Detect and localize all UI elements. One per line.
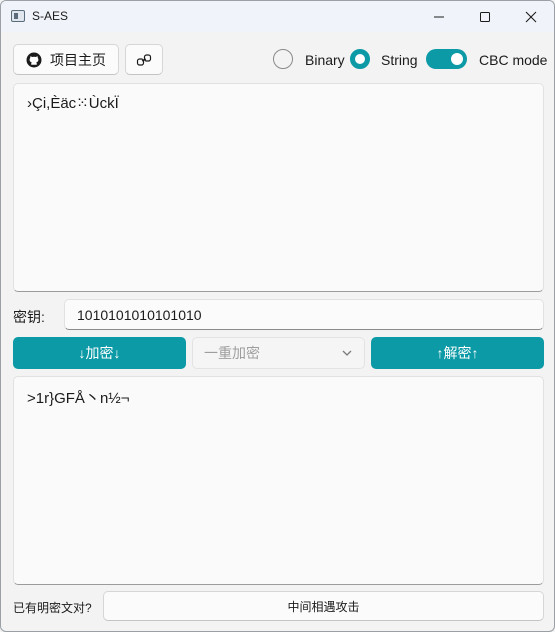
app-icon [11, 10, 25, 22]
encryption-mode-select[interactable]: 一重加密 [192, 337, 365, 369]
string-label: String [381, 52, 418, 68]
link-icon [136, 53, 152, 66]
minimize-button[interactable] [416, 1, 462, 32]
maximize-icon [480, 11, 490, 22]
encrypt-button[interactable]: ↓加密↓ [13, 337, 186, 369]
meet-in-the-middle-attack-button[interactable]: 中间相遇攻击 [103, 591, 544, 621]
app-window: S-AES 项目主页 Binary String CBC mode ›Çi,Èä… [0, 0, 555, 632]
project-home-button[interactable]: 项目主页 [13, 44, 119, 75]
close-icon [525, 11, 537, 22]
maximize-button[interactable] [462, 1, 508, 32]
link-button[interactable] [125, 44, 163, 75]
project-home-label: 项目主页 [50, 51, 106, 68]
string-radio[interactable] [350, 49, 370, 69]
input-text-area[interactable]: ›Çi,Èäc⁙ÙckÏ [13, 83, 544, 292]
known-pair-label: 已有明密文对? [13, 601, 92, 615]
decrypt-button[interactable]: ↑解密↑ [371, 337, 544, 369]
cbc-mode-label: CBC mode [479, 52, 548, 68]
encryption-mode-value: 一重加密 [204, 345, 260, 361]
key-input[interactable] [64, 299, 544, 330]
binary-radio[interactable] [273, 49, 293, 69]
close-button[interactable] [508, 1, 554, 32]
binary-label: Binary [305, 52, 345, 68]
title-bar[interactable]: S-AES [1, 1, 554, 32]
cbc-mode-toggle[interactable] [426, 49, 467, 69]
key-label: 密钥: [13, 309, 45, 325]
toggle-knob [451, 53, 463, 65]
github-icon [26, 52, 42, 67]
chevron-down-icon [342, 350, 352, 356]
output-text-area[interactable]: >1r}GFÅ丶n½¬ [13, 376, 544, 585]
window-title: S-AES [32, 9, 69, 23]
minimize-icon [434, 16, 444, 17]
